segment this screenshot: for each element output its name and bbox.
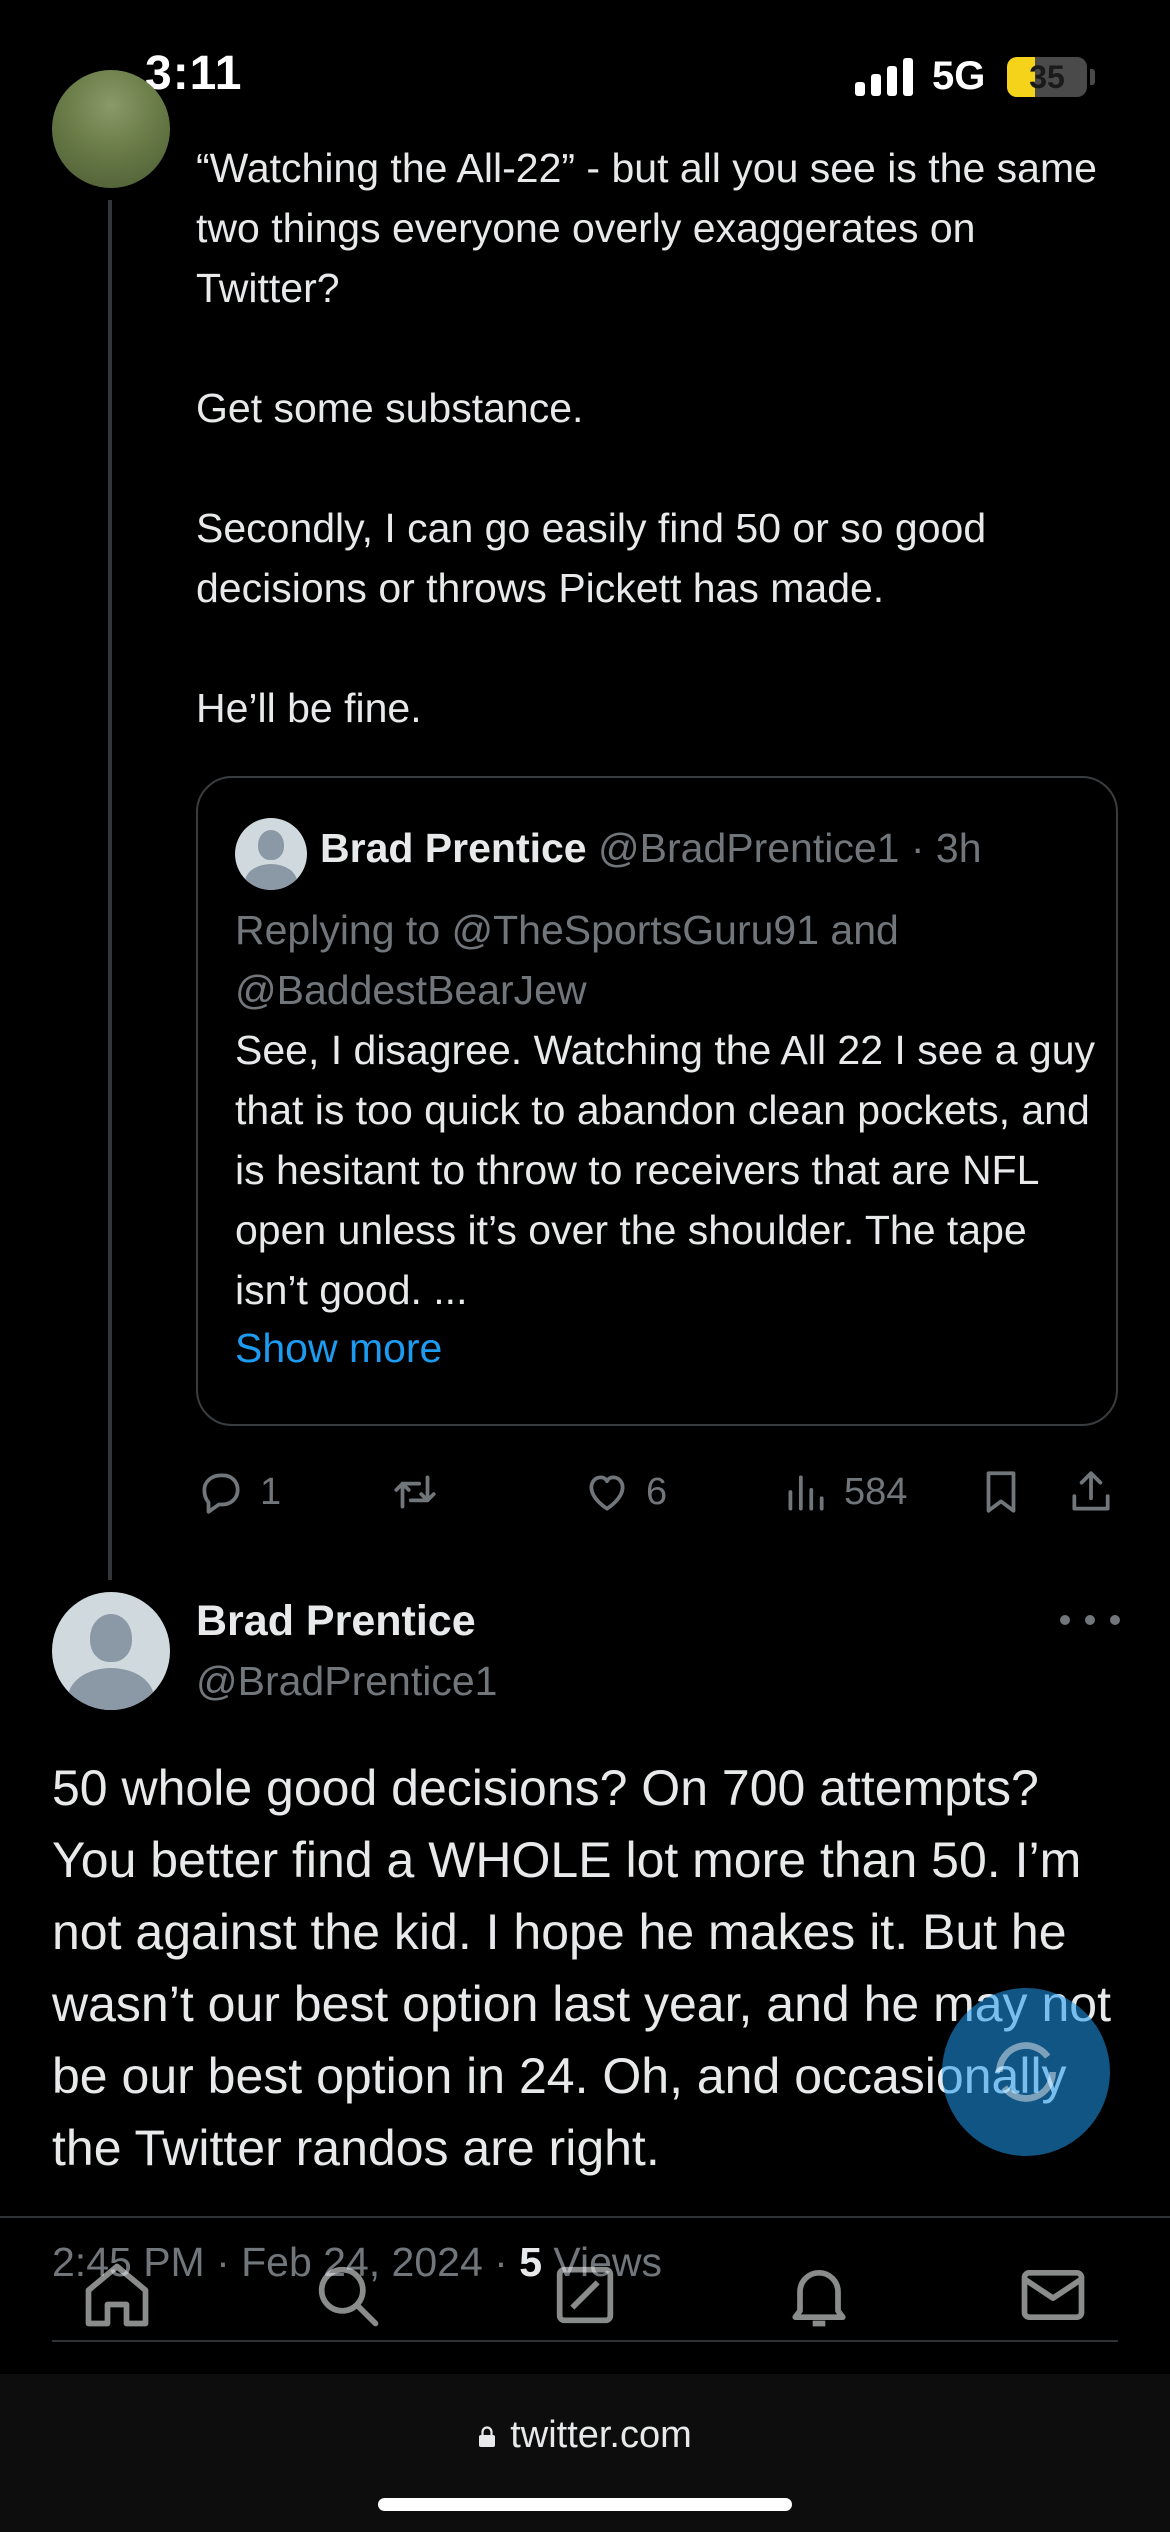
more-icon[interactable] [1060,1600,1120,1640]
parent-paragraph: Get some substance. [196,385,584,431]
reply-icon [202,1473,240,1514]
compose-icon [996,2042,1056,2102]
main-author-handle[interactable]: @BradPrentice1 [196,1652,497,1710]
home-icon [85,2263,149,2327]
twitter-thread-page: 3:11 5G 35 “Watching the All-22” - but a… [0,0,1170,2532]
grok-icon [556,2266,614,2324]
browser-bar: twitter.com [0,2374,1170,2532]
views-count: 584 [844,1470,908,1513]
quote-handle-time: @BradPrentice1 · 3h [598,825,982,871]
views-button[interactable]: 584 [780,1462,907,1522]
analytics-icon [788,1475,824,1511]
quoted-tweet-card[interactable]: Brad Prentice @BradPrentice1 · 3h Replyi… [196,776,1118,1426]
battery-level: 35 [1029,59,1065,95]
quote-replying-to: Replying to @TheSportsGuru91 and @Baddes… [235,907,899,1013]
show-more-link[interactable]: Show more [235,1318,442,1378]
tab-home[interactable] [72,2250,162,2340]
mail-icon [1021,2269,1085,2321]
main-avatar[interactable] [52,1592,170,1710]
url-text: twitter.com [510,2414,692,2456]
parent-paragraph: “Watching the All-22” - but all you see … [196,145,1097,311]
tab-messages[interactable] [1008,2250,1098,2340]
status-bar: 3:11 5G 35 [0,0,1170,150]
heart-icon [589,1475,625,1511]
bookmark-button[interactable] [976,1462,1026,1522]
tweet-actions: 1 6 584 [0,1462,1170,1522]
compose-button[interactable] [942,1988,1110,2156]
divider [0,2216,1170,2218]
tab-grok[interactable] [540,2250,630,2340]
bell-icon [792,2270,846,2327]
like-button[interactable]: 6 [582,1462,667,1522]
home-indicator[interactable] [378,2498,792,2511]
reply-button[interactable]: 1 [196,1462,281,1522]
status-time: 3:11 [145,47,243,100]
retweet-icon [394,1475,436,1509]
thread-line [108,200,112,1580]
url-field[interactable]: twitter.com [0,2414,1170,2457]
lock-icon [479,2426,496,2447]
bottom-tab-bar [0,2250,1170,2370]
parent-paragraph: Secondly, I can go easily find 50 or so … [196,505,987,611]
battery-nub [1090,69,1095,85]
search-icon [318,2266,379,2327]
parent-paragraph: He’ll be fine. [196,685,422,731]
quote-avatar [235,818,307,890]
tab-search[interactable] [302,2250,392,2340]
parent-tweet-text: “Watching the All-22” - but all you see … [196,138,1116,798]
quote-author-name: Brad Prentice [320,825,587,871]
retweet-button[interactable] [390,1462,440,1522]
tab-divider [52,2340,1118,2342]
main-author-name[interactable]: Brad Prentice [196,1592,476,1650]
reply-count: 1 [260,1470,282,1513]
share-icon [1072,1471,1110,1511]
tab-notifications[interactable] [774,2250,864,2340]
quote-body: See, I disagree. Watching the All 22 I s… [235,1027,1095,1313]
share-button[interactable] [1066,1462,1116,1522]
bookmark-icon [986,1471,1016,1513]
network-label: 5G [932,54,986,98]
like-count: 6 [646,1470,668,1513]
parent-avatar[interactable] [52,70,170,188]
quote-header: Brad Prentice @BradPrentice1 · 3h [320,818,982,878]
signal-strength-icon [855,58,915,96]
battery-icon: 35 [1007,57,1087,97]
